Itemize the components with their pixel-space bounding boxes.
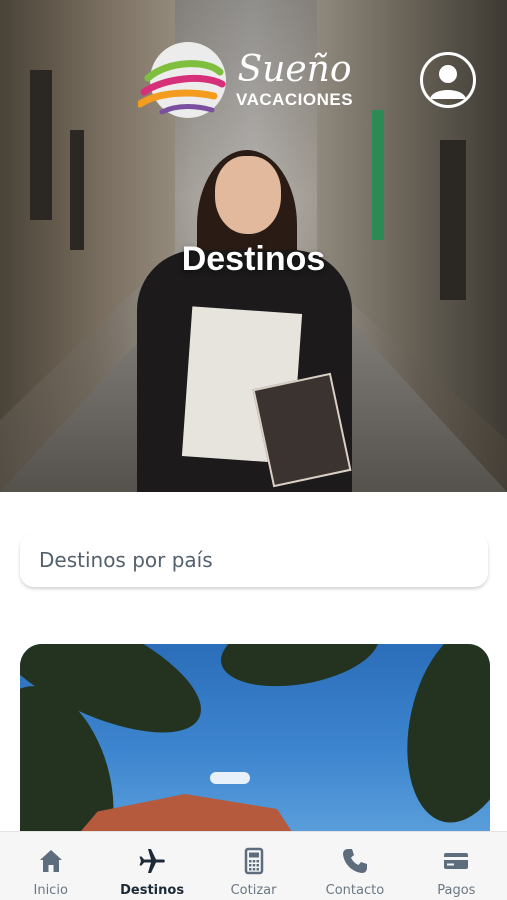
home-icon: [39, 850, 62, 872]
bottom-nav: Inicio Destinos Cotizar Contacto Pagos: [0, 831, 507, 900]
profile-button[interactable]: [420, 52, 476, 108]
brand-logo[interactable]: Sueño VACACIONES: [138, 38, 353, 122]
nav-label: Cotizar: [230, 883, 277, 898]
brand-wordmark: Sueño VACACIONES: [236, 50, 353, 110]
nav-label: Destinos: [120, 883, 185, 898]
nav-item-pagos[interactable]: Pagos: [406, 832, 507, 900]
hero-photo-window: [70, 130, 84, 250]
nav-item-cotizar[interactable]: Cotizar: [203, 832, 304, 900]
phone-icon: [342, 849, 367, 873]
page-title: Destinos: [181, 240, 326, 278]
hero-photo-traveler: [137, 150, 352, 492]
card-photo-cloud: [210, 772, 250, 784]
nav-item-destinos[interactable]: Destinos: [101, 832, 202, 900]
hero-photo-window: [30, 70, 52, 220]
destination-card[interactable]: [20, 644, 490, 844]
credit-card-icon: [444, 853, 469, 869]
country-filter-dropdown[interactable]: Destinos por país: [20, 533, 488, 587]
airplane-icon: [139, 849, 165, 873]
nav-item-contacto[interactable]: Contacto: [304, 832, 405, 900]
user-circle-icon: [430, 65, 466, 99]
hero-photo-green-door: [372, 110, 384, 240]
card-photo-palm-leaves: [215, 644, 385, 698]
nav-label: Contacto: [325, 883, 385, 898]
nav-label: Pagos: [437, 883, 476, 898]
brand-logo-globe-icon: [138, 42, 226, 118]
nav-label: Inicio: [33, 883, 68, 898]
card-photo-palm-leaves: [390, 644, 490, 834]
hero-banner: Sueño VACACIONES Destinos: [0, 0, 507, 492]
country-filter-label: Destinos por país: [39, 548, 213, 572]
calculator-icon: [244, 847, 263, 875]
brand-name-script: Sueño: [237, 49, 352, 90]
nav-item-inicio[interactable]: Inicio: [0, 832, 101, 900]
brand-name-sub: VACACIONES: [236, 90, 354, 109]
